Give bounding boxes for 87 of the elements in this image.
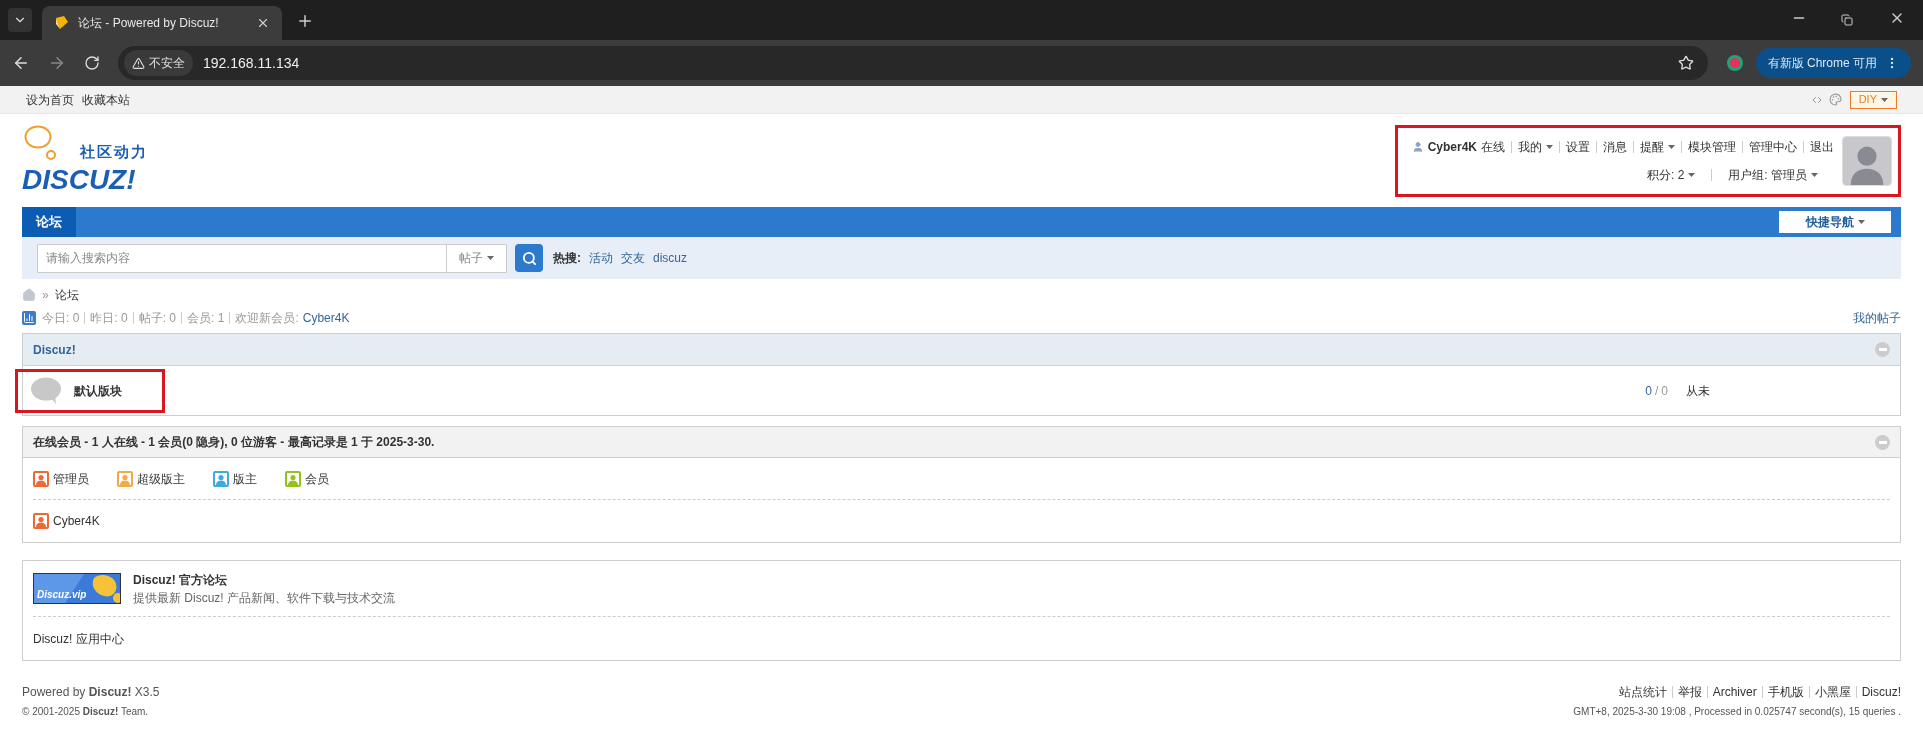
welcome-text: 欢迎新会员: [229,312,299,324]
stat-text: 帖子: 0 [132,312,177,324]
text-link[interactable]: Discuz! 应用中心 [33,629,124,648]
caret-icon [1688,172,1696,177]
close-icon[interactable] [256,16,270,30]
count-separator: / [1654,382,1659,400]
copyright-text: © 2001-2025 Discuz! Team. [22,705,150,719]
logo-tagline: 社区动力 [80,142,148,161]
thought-bubble-icon [24,124,58,161]
reload-icon[interactable] [84,55,100,71]
search-button[interactable] [515,244,543,272]
search-icon [521,250,537,266]
footer-link[interactable]: 举报 [1671,686,1702,698]
my-posts-link[interactable]: 我的帖子 [1853,309,1901,327]
tab-search-button[interactable] [8,8,32,32]
hot-search-link[interactable]: 活动 [589,249,613,267]
caret-icon [1857,220,1865,224]
username-link[interactable]: Cyber4K [1427,137,1477,156]
top-link[interactable]: 收藏本站 [82,90,130,109]
discuz-logo[interactable]: 社区动力 DISCUZ! [22,124,172,197]
back-icon[interactable] [12,54,30,72]
hot-search-link[interactable]: discuz [653,249,687,267]
search-field[interactable]: 请输入搜索内容 [37,243,447,273]
profile-icon[interactable] [1725,54,1744,72]
legend-label: 管理员 [53,470,89,488]
link-description: 提供最新 Discuz! 产品新闻、软件下载与技术交流 [133,589,395,607]
category-title[interactable]: Discuz! [33,340,76,359]
processed-text: GMT+8, 2025-3-30 19:08 , Processed in 0.025747 second(s), 15 queries . [1573,705,1901,719]
online-title: 在线会员 - 1 人在线 - 1 会员(0 隐身), 0 位游客 - 最高记录是 1 于 2025-3-30. [33,434,435,451]
nav-tab[interactable]: 论坛 [22,207,76,237]
top-link[interactable]: 设为首页 [26,90,74,109]
hot-search-link[interactable]: 交友 [621,249,645,267]
forum-name[interactable]: 默认版块 [74,381,122,400]
footer-link[interactable]: 手机版 [1761,686,1804,698]
address-bar[interactable]: 不安全 192.168.11.134 [118,46,1708,80]
user-menu-link[interactable]: 提醒 [1633,140,1675,153]
powered-by-text: Powered by Discuz! X3.5 [22,684,160,701]
user-group-link[interactable]: 用户组: 管理员 [1728,165,1818,184]
stats-icon [22,311,36,325]
banner-text: Discuz.vip [37,588,87,602]
logo-wordmark: DISCUZ! [22,164,136,195]
link-title[interactable]: Discuz! 官方论坛 [133,570,395,589]
breadcrumb-link[interactable]: 论坛 [54,286,79,304]
user-menu-link[interactable]: 消息 [1596,140,1627,153]
thread-count: 0 [1645,382,1652,400]
new-tab-icon[interactable] [296,12,314,30]
security-chip[interactable]: 不安全 [124,50,193,76]
caret-icon [1881,97,1888,102]
user-menu-link[interactable]: 模块管理 [1681,140,1736,153]
footer-link[interactable]: Archiver [1706,686,1757,698]
footer-link[interactable]: Discuz! [1855,686,1901,698]
stat-text: 今日: 0 [42,310,80,327]
stat-text: 昨日: 0 [84,312,128,324]
footer-link[interactable]: 小黑屋 [1808,686,1851,698]
tab-title: 论坛 - Powered by Discuz! [78,15,220,32]
user-menu-link[interactable]: 设置 [1559,140,1590,153]
breadcrumb-separator: » [42,287,49,304]
update-button[interactable]: 有新版 Chrome 可用 [1755,48,1911,78]
last-post: 从未 [1686,382,1710,400]
forward-icon[interactable] [48,54,66,72]
legend-label: 超级版主 [137,470,185,488]
legend-label: 版主 [233,470,257,488]
new-member-link[interactable]: Cyber4K [302,309,350,327]
warning-icon [132,56,145,70]
search-type-select[interactable]: 帖子 [447,243,507,273]
chat-bubble-icon [30,376,62,405]
caret-icon [487,256,494,260]
url-text: 192.168.11.134 [203,53,301,73]
user-menu-link[interactable]: 退出 [1803,140,1834,153]
user-menu-link[interactable]: 我的 [1511,140,1553,153]
hot-search-label: 热搜: [553,250,581,267]
post-count: 0 [1661,382,1668,400]
quick-nav-button[interactable]: 快捷导航 [1779,211,1891,233]
avatar[interactable] [1842,135,1892,186]
favicon-icon [54,15,70,31]
user-menu-link[interactable]: 管理中心 [1742,140,1797,153]
credits-link[interactable]: 积分: 2 [1647,165,1696,184]
browser-tab[interactable]: 论坛 - Powered by Discuz! [42,6,282,40]
member-link[interactable]: Cyber4K [53,512,100,530]
restore-icon[interactable] [1841,14,1853,26]
footer-link[interactable]: 站点统计 [1618,683,1667,701]
user-icon [1411,140,1424,153]
bookmark-star-icon[interactable] [1677,55,1694,71]
legend-label: 会员 [305,470,329,488]
caret-icon [1811,172,1818,177]
stat-text: 会员: 1 [181,312,225,324]
online-status: 在线 [1481,138,1505,156]
